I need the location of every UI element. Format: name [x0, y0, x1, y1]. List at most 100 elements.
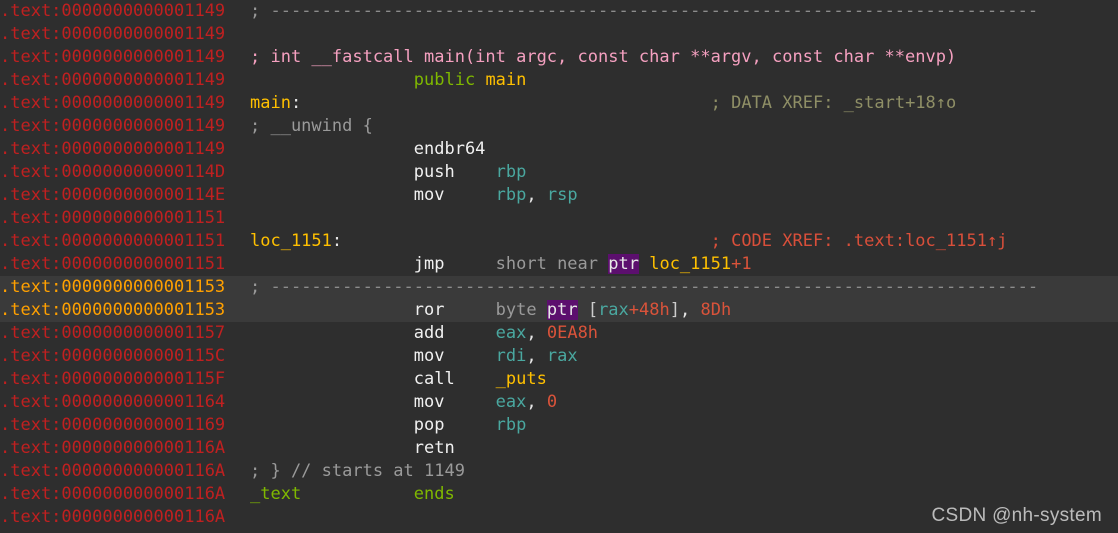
code-token: , — [526, 323, 547, 343]
disassembly-line[interactable]: .text:0000000000001149 endbr64 — [0, 138, 1118, 161]
code-token: _puts — [495, 369, 547, 389]
disassembly-line[interactable]: .text:000000000000116A ; } // starts at 1… — [0, 460, 1118, 483]
disassembly-line[interactable]: .text:0000000000001149 public main — [0, 69, 1118, 92]
code-token: eax — [495, 323, 527, 343]
line-address: .text:000000000000115C — [0, 346, 226, 366]
code-token: endbr64 — [413, 139, 486, 159]
line-address: .text:000000000000114E — [0, 185, 226, 205]
disassembly-line[interactable]: .text:000000000000114D push rbp — [0, 161, 1118, 184]
disassembly-line[interactable]: .text:000000000000116A retn — [0, 437, 1118, 460]
line-address: .text:0000000000001149 — [0, 24, 226, 44]
code-token: rsp — [546, 185, 578, 205]
disassembly-view[interactable]: .text:0000000000001149; ----------------… — [0, 0, 1118, 533]
line-address: .text:0000000000001157 — [0, 323, 226, 343]
code-token: loc_1151 — [250, 231, 332, 251]
code-token: , — [526, 346, 547, 366]
disassembly-line[interactable]: .text:0000000000001164 mov eax, 0 — [0, 391, 1118, 414]
code-token: pop — [413, 415, 496, 435]
line-address: .text:0000000000001149 — [0, 116, 226, 136]
code-token: _text — [250, 484, 302, 504]
code-token: rdi — [495, 346, 527, 366]
disassembly-line[interactable]: .text:0000000000001149 — [0, 23, 1118, 46]
disassembly-line[interactable]: .text:0000000000001157 add eax, 0EA8h — [0, 322, 1118, 345]
disassembly-line[interactable]: .text:0000000000001149 ; __unwind { — [0, 115, 1118, 138]
disassembly-line[interactable]: .text:000000000000116A _text ends — [0, 483, 1118, 506]
line-address: .text:0000000000001153 — [0, 300, 226, 320]
code-token: ; __unwind { — [250, 116, 373, 136]
code-token: jmp — [413, 254, 496, 274]
code-token: add — [413, 323, 496, 343]
code-token: main — [485, 70, 527, 90]
code-token: 0 — [546, 392, 558, 412]
line-address: .text:0000000000001169 — [0, 415, 226, 435]
code-token: mov — [413, 346, 496, 366]
code-token: : — [290, 93, 302, 113]
code-token: rax — [598, 300, 629, 320]
line-address: .text:0000000000001149 — [0, 47, 226, 67]
line-address: .text:000000000000116A — [0, 461, 226, 481]
line-address: .text:0000000000001153 — [0, 277, 226, 297]
watermark: CSDN @nh-system — [931, 505, 1102, 526]
line-address: .text:000000000000116A — [0, 484, 226, 504]
disassembly-line-list[interactable]: .text:0000000000001149; ----------------… — [0, 0, 1118, 529]
code-token: call — [413, 369, 496, 389]
code-token: , — [526, 392, 547, 412]
disassembly-line[interactable]: .text:0000000000001149; ----------------… — [0, 0, 1118, 23]
code-token: short near — [495, 254, 609, 274]
disassembly-line[interactable]: .text:0000000000001169 pop rbp — [0, 414, 1118, 437]
disassembly-line[interactable]: .text:0000000000001149 main: ; DATA XREF:… — [0, 92, 1118, 115]
disassembly-line[interactable]: .text:0000000000001153; ----------------… — [0, 276, 1118, 299]
code-token: +1 — [731, 254, 752, 274]
line-address: .text:000000000000115F — [0, 369, 226, 389]
code-token: 0EA8h — [546, 323, 599, 343]
disassembly-line[interactable]: .text:000000000000114E mov rbp, rsp — [0, 184, 1118, 207]
code-token: rbp — [495, 415, 527, 435]
code-token: , — [526, 185, 547, 205]
line-address: .text:000000000000116A — [0, 507, 226, 527]
code-token: ; CODE XREF: .text:loc_1151↑j — [710, 231, 1008, 251]
selected-token: ptr — [608, 254, 639, 274]
line-address: .text:000000000000116A — [0, 438, 226, 458]
disassembly-line[interactable]: .text:000000000000115C mov rdi, rax — [0, 345, 1118, 368]
code-token: ; int __fastcall main(int argc, const ch… — [250, 47, 957, 67]
line-address: .text:000000000000114D — [0, 162, 226, 182]
code-token: main — [250, 93, 291, 113]
disassembly-line[interactable]: .text:0000000000001149 ; int __fastcall m… — [0, 46, 1118, 69]
code-token: rbp — [495, 185, 527, 205]
code-token: rax — [546, 346, 578, 366]
line-address: .text:0000000000001149 — [0, 139, 226, 159]
code-token: public — [413, 70, 476, 90]
disassembly-line[interactable]: .text:0000000000001151 — [0, 207, 1118, 230]
code-token: : — [331, 231, 343, 251]
line-address: .text:0000000000001164 — [0, 392, 226, 412]
code-token: [ — [587, 300, 599, 320]
line-address: .text:0000000000001151 — [0, 254, 226, 274]
disassembly-line[interactable]: .text:000000000000115F call _puts — [0, 368, 1118, 391]
code-token: ----------------------------------------… — [270, 277, 1039, 297]
disassembly-line[interactable]: .text:0000000000001151 loc_1151: ; CODE X… — [0, 230, 1118, 253]
line-address: .text:0000000000001149 — [0, 1, 226, 21]
code-token: ; DATA XREF: _start+18↑o — [710, 93, 957, 113]
disassembly-line[interactable]: .text:0000000000001151 jmp short near pt… — [0, 253, 1118, 276]
code-token: eax — [495, 392, 527, 412]
code-token: loc_1151 — [649, 254, 732, 274]
code-token: mov — [413, 185, 496, 205]
disassembly-line[interactable]: .text:0000000000001153 ror byte ptr [rax… — [0, 299, 1118, 322]
line-address: .text:0000000000001151 — [0, 231, 226, 251]
code-token: retn — [413, 438, 455, 458]
